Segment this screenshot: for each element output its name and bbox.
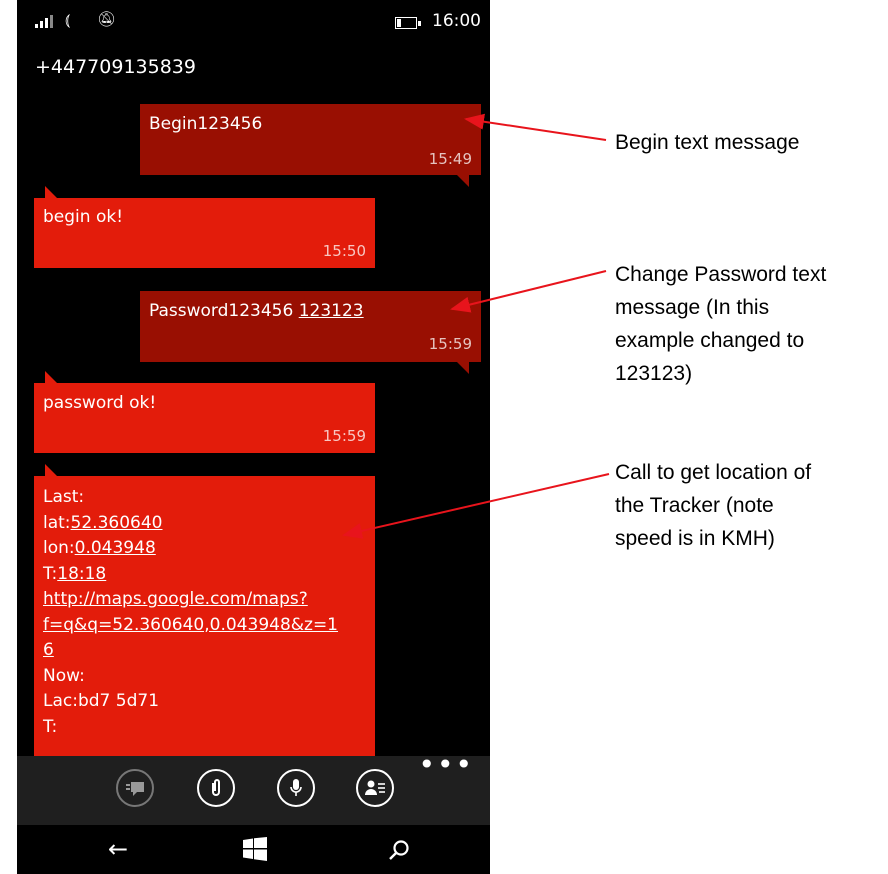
map-url-link[interactable]: f=q&q=52.360640,0.043948&z=1 xyxy=(43,613,338,639)
signal-icon xyxy=(35,15,53,28)
status-bar: ⦅ 🔕︎ 16:00 xyxy=(17,0,490,42)
phone-screen: ⦅ 🔕︎ 16:00 +447709135839 Begin123456 15:… xyxy=(17,0,490,874)
message-line: Last: xyxy=(43,487,85,507)
location-message-body: Last: lat:52.360640 lon:0.043948 T:18:18… xyxy=(43,485,338,740)
battery-icon xyxy=(395,17,421,29)
message-text: begin ok! xyxy=(43,207,124,227)
search-icon[interactable] xyxy=(388,839,410,867)
silent-bell-icon: 🔕︎ xyxy=(97,10,117,28)
map-url-link[interactable]: 6 xyxy=(43,638,338,664)
message-time: 15:59 xyxy=(322,427,366,445)
message-line: T: xyxy=(43,716,58,737)
message-time: 15:49 xyxy=(428,150,472,168)
contact-number: +447709135839 xyxy=(35,56,196,78)
windows-start-icon[interactable] xyxy=(243,837,267,867)
back-icon[interactable]: ← xyxy=(108,835,128,863)
contact-card-icon[interactable] xyxy=(356,769,394,807)
message-text: Begin123456 xyxy=(149,114,263,134)
annotation-password: Change Password text message (In this ex… xyxy=(615,263,827,385)
map-url-link[interactable]: http://maps.google.com/maps? xyxy=(43,587,338,613)
latitude-link[interactable]: 52.360640 xyxy=(71,513,163,533)
message-text: password ok! xyxy=(43,393,157,413)
message-line: lat:52.360640 xyxy=(43,512,163,533)
message-bubble-incoming[interactable]: Last: lat:52.360640 lon:0.043948 T:18:18… xyxy=(34,464,375,776)
message-text: Password123456 123123 xyxy=(149,301,364,321)
wifi-icon: ⦅ xyxy=(65,10,71,29)
annotation-location: Call to get location of the Tracker (not… xyxy=(615,461,812,550)
annotation-begin: Begin text message xyxy=(615,131,800,154)
message-time: 15:59 xyxy=(428,335,472,353)
navigation-bar: ← xyxy=(17,825,490,874)
microphone-icon[interactable] xyxy=(277,769,315,807)
message-line: Now: xyxy=(43,665,85,686)
text-message-icon[interactable] xyxy=(116,769,154,807)
password-link[interactable]: 123123 xyxy=(299,301,364,321)
message-line: lon:0.043948 xyxy=(43,538,156,558)
longitude-link[interactable]: 0.043948 xyxy=(75,538,156,558)
status-time: 16:00 xyxy=(432,11,481,31)
attach-icon[interactable] xyxy=(197,769,235,807)
message-bubble-outgoing[interactable]: Begin123456 15:49 xyxy=(140,104,481,187)
message-time: 15:50 xyxy=(322,242,366,260)
time-link[interactable]: 18:18 xyxy=(57,564,106,584)
more-options-icon[interactable]: ••• xyxy=(418,748,474,781)
message-line: T:18:18 xyxy=(43,563,107,584)
app-bar: ••• xyxy=(17,748,490,825)
message-bubble-incoming[interactable]: password ok! 15:59 xyxy=(34,371,375,453)
message-line: Lac:bd7 5d71 xyxy=(43,691,160,711)
message-bubble-incoming[interactable]: begin ok! 15:50 xyxy=(34,186,375,268)
message-bubble-outgoing[interactable]: Password123456 123123 15:59 xyxy=(140,291,481,374)
